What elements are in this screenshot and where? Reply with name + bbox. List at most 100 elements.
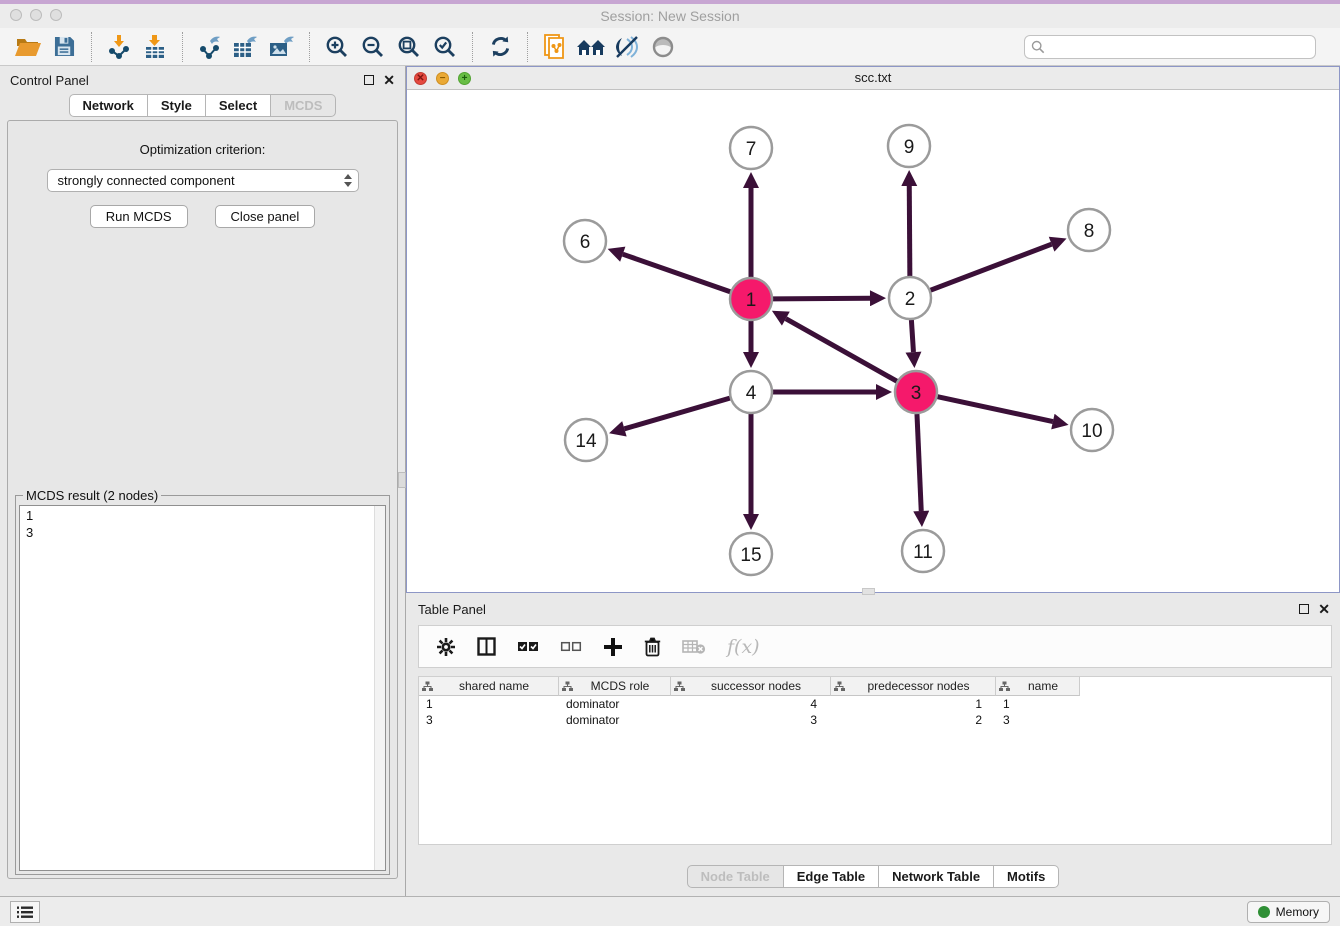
zoom-fit-button[interactable] bbox=[391, 31, 427, 63]
close-window-button[interactable] bbox=[10, 9, 22, 21]
table-row[interactable]: 3dominator323 bbox=[419, 712, 1331, 728]
import-network-icon bbox=[107, 35, 131, 59]
node-label-3: 3 bbox=[911, 383, 922, 404]
network-window-title: scc.txt bbox=[407, 67, 1339, 89]
mcds-result-area[interactable]: 1 3 bbox=[19, 505, 386, 871]
main-toolbar bbox=[0, 28, 1340, 66]
cell: 1 bbox=[419, 696, 559, 712]
export-table-icon bbox=[233, 35, 259, 59]
edge-4-14[interactable] bbox=[624, 398, 729, 429]
optimization-criterion-dropdown[interactable]: strongly connected component bbox=[47, 169, 359, 192]
edge-2-8[interactable] bbox=[931, 244, 1052, 290]
table-tab-edge-table[interactable]: Edge Table bbox=[784, 865, 879, 888]
cell: 1 bbox=[831, 696, 996, 712]
mcds-result-title: MCDS result (2 nodes) bbox=[23, 488, 161, 503]
delete-table-button[interactable] bbox=[682, 638, 706, 655]
edge-1-6[interactable] bbox=[623, 254, 730, 292]
import-table-button[interactable] bbox=[137, 31, 173, 63]
zoom-out-icon bbox=[361, 35, 385, 59]
column-header-predecessor-nodes[interactable]: predecessor nodes bbox=[831, 677, 996, 696]
result-scrollbar[interactable] bbox=[374, 506, 385, 870]
close-panel-icon[interactable]: ✕ bbox=[383, 75, 395, 85]
edge-3-1[interactable] bbox=[786, 319, 897, 382]
edge-3-11[interactable] bbox=[917, 414, 921, 511]
float-panel-icon[interactable] bbox=[364, 75, 374, 85]
network-close-icon[interactable]: ✕ bbox=[414, 72, 427, 85]
search-input[interactable] bbox=[1049, 39, 1309, 54]
application-window: Session: New Session bbox=[0, 0, 1340, 926]
mcds-result-text: 1 3 bbox=[20, 506, 373, 870]
columns-button[interactable] bbox=[477, 637, 496, 656]
zoom-selected-button[interactable] bbox=[427, 31, 463, 63]
toolbar-separator bbox=[472, 32, 473, 62]
delete-button[interactable] bbox=[644, 637, 661, 657]
run-mcds-button[interactable]: Run MCDS bbox=[90, 205, 188, 228]
network-maximize-icon[interactable]: + bbox=[458, 72, 471, 85]
node-label-6: 6 bbox=[580, 232, 591, 253]
memory-label: Memory bbox=[1276, 905, 1319, 919]
cell: 3 bbox=[671, 712, 831, 728]
select-all-button[interactable] bbox=[517, 640, 539, 654]
zoom-in-button[interactable] bbox=[319, 31, 355, 63]
add-column-button[interactable] bbox=[603, 637, 623, 657]
deselect-all-button[interactable] bbox=[560, 640, 582, 654]
function-builder-icon: f(x) bbox=[727, 636, 760, 658]
task-history-button[interactable] bbox=[10, 901, 40, 923]
column-header-shared-name[interactable]: shared name bbox=[419, 677, 559, 696]
network-graph[interactable]: 1234678910111415 bbox=[407, 91, 1339, 593]
table-float-icon[interactable] bbox=[1299, 604, 1309, 614]
import-network-button[interactable] bbox=[101, 31, 137, 63]
column-header-name[interactable]: name bbox=[996, 677, 1080, 696]
tab-network[interactable]: Network bbox=[69, 94, 148, 117]
eye-button[interactable] bbox=[645, 31, 681, 63]
home-layout-button[interactable] bbox=[573, 31, 609, 63]
zoom-out-button[interactable] bbox=[355, 31, 391, 63]
table-tab-network-table[interactable]: Network Table bbox=[879, 865, 994, 888]
zoom-fit-icon bbox=[397, 35, 421, 59]
function-builder-button[interactable]: f(x) bbox=[727, 636, 760, 658]
sort-icon bbox=[834, 681, 845, 692]
graphics-details-button[interactable] bbox=[609, 31, 645, 63]
table-panel-title: Table Panel bbox=[418, 602, 486, 617]
gear-button[interactable] bbox=[436, 637, 456, 657]
export-image-icon bbox=[269, 35, 295, 59]
maximize-window-button[interactable] bbox=[50, 9, 62, 21]
network-minimize-icon[interactable]: − bbox=[436, 72, 449, 85]
tab-select[interactable]: Select bbox=[206, 94, 271, 117]
edge-2-9[interactable] bbox=[909, 186, 910, 276]
save-session-button[interactable] bbox=[46, 31, 82, 63]
cell: 4 bbox=[671, 696, 831, 712]
table-close-icon[interactable]: ✕ bbox=[1318, 604, 1330, 614]
edge-3-10[interactable] bbox=[938, 397, 1053, 422]
export-table-button[interactable] bbox=[228, 31, 264, 63]
minimize-window-button[interactable] bbox=[30, 9, 42, 21]
clone-network-icon bbox=[543, 34, 567, 60]
column-header-MCDS-role[interactable]: MCDS role bbox=[559, 677, 671, 696]
graphics-details-icon bbox=[614, 35, 640, 59]
sort-icon bbox=[674, 681, 685, 692]
export-network-button[interactable] bbox=[192, 31, 228, 63]
edge-1-2[interactable] bbox=[773, 298, 870, 299]
horizontal-splitter-grip[interactable] bbox=[862, 588, 875, 595]
window-title: Session: New Session bbox=[0, 4, 1340, 28]
table-row[interactable]: 1dominator411 bbox=[419, 696, 1331, 712]
dropdown-value: strongly connected component bbox=[58, 173, 235, 188]
export-network-icon bbox=[198, 35, 222, 59]
edge-2-3[interactable] bbox=[911, 320, 913, 352]
column-header-successor-nodes[interactable]: successor nodes bbox=[671, 677, 831, 696]
clone-network-button[interactable] bbox=[537, 31, 573, 63]
tab-mcds[interactable]: MCDS bbox=[271, 94, 336, 117]
table-header-row: shared nameMCDS rolesuccessor nodesprede… bbox=[419, 677, 1331, 696]
table-tab-motifs[interactable]: Motifs bbox=[994, 865, 1059, 888]
tab-style[interactable]: Style bbox=[148, 94, 206, 117]
close-panel-button[interactable]: Close panel bbox=[215, 205, 316, 228]
memory-button[interactable]: Memory bbox=[1247, 901, 1330, 923]
vertical-splitter-grip[interactable] bbox=[398, 472, 406, 488]
export-image-button[interactable] bbox=[264, 31, 300, 63]
table-tab-node-table[interactable]: Node Table bbox=[687, 865, 784, 888]
network-canvas[interactable]: 1234678910111415 bbox=[407, 91, 1339, 592]
open-session-button[interactable] bbox=[10, 31, 46, 63]
search-icon bbox=[1031, 40, 1045, 54]
refresh-button[interactable] bbox=[482, 31, 518, 63]
node-table: shared nameMCDS rolesuccessor nodesprede… bbox=[418, 676, 1332, 845]
